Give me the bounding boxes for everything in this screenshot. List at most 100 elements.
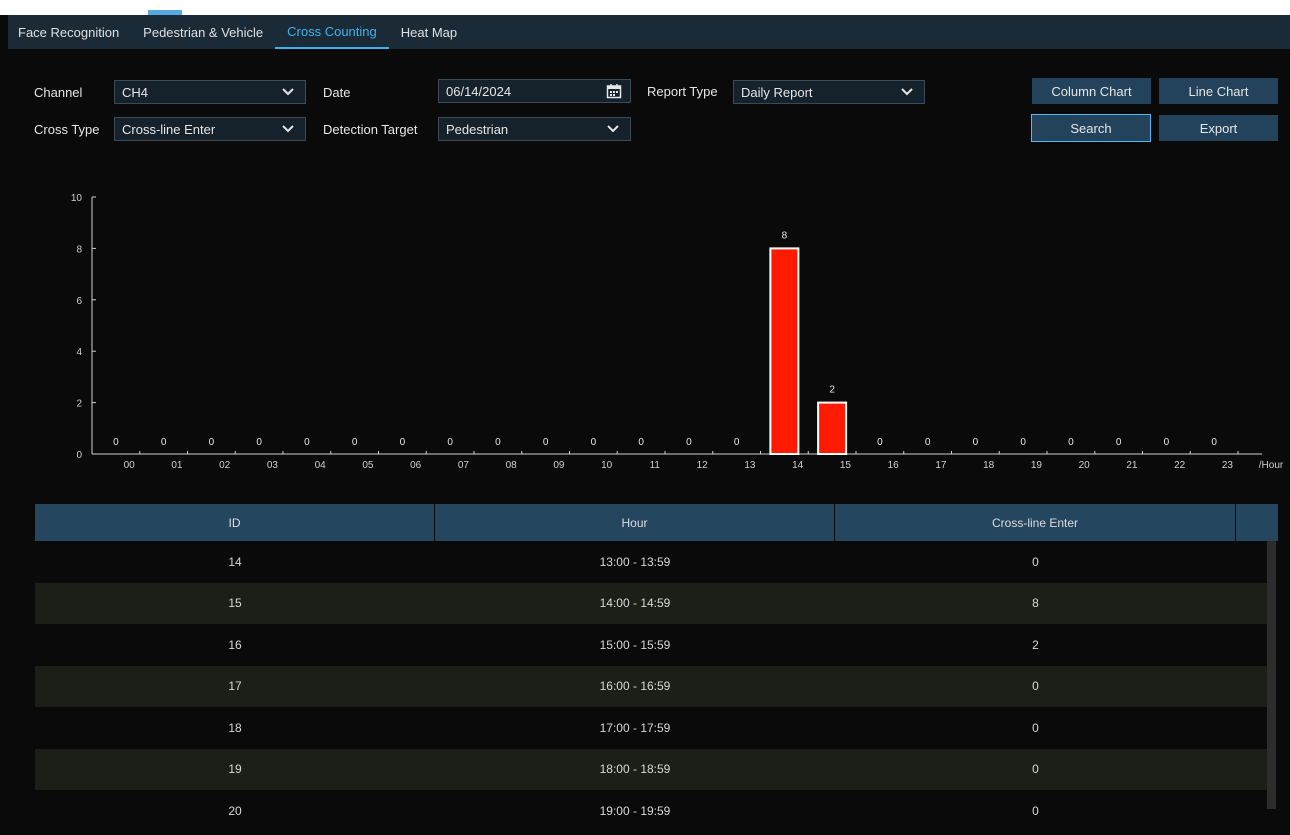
x-tick-label: 01	[171, 460, 183, 471]
x-tick-label: 04	[315, 460, 327, 471]
chevron-down-icon	[282, 125, 294, 133]
chevron-down-icon	[607, 125, 619, 133]
column-header-spacer	[1236, 504, 1278, 541]
date-label: Date	[323, 85, 351, 100]
y-tick-label: 10	[71, 193, 83, 204]
export-button[interactable]: Export	[1159, 115, 1278, 141]
cross-type-label: Cross Type	[34, 122, 100, 137]
table-row[interactable]: 17 16:00 - 16:59 0	[35, 665, 1267, 707]
cell-hour: 15:00 - 15:59	[599, 637, 671, 652]
x-tick-label: 07	[458, 460, 470, 471]
report-type-select[interactable]: Daily Report	[733, 80, 925, 104]
cell-count: 0	[1032, 720, 1039, 735]
tab-face-recognition[interactable]: Face Recognition	[8, 15, 131, 49]
x-tick-label: 22	[1174, 460, 1186, 471]
table-scrollbar[interactable]	[1267, 541, 1276, 809]
x-tick-label: 16	[888, 460, 900, 471]
column-header-cross-line-enter: Cross-line Enter	[835, 504, 1236, 541]
cell-hour: 17:00 - 17:59	[599, 720, 671, 735]
data-label: 2	[829, 385, 835, 396]
x-tick-label: 08	[506, 460, 518, 471]
cell-id: 15	[228, 596, 242, 611]
detection-target-value: Pedestrian	[446, 121, 509, 137]
x-axis-unit-label: /Hour	[1259, 460, 1284, 471]
channel-value: CH4	[122, 84, 149, 100]
bar	[769, 247, 800, 456]
data-label: 8	[782, 230, 788, 241]
y-tick-label: 2	[76, 399, 82, 410]
x-tick-label: 21	[1126, 460, 1138, 471]
data-label: 0	[304, 437, 310, 448]
data-label: 0	[256, 437, 262, 448]
data-label: 0	[113, 437, 119, 448]
data-label: 0	[973, 437, 979, 448]
data-label: 0	[591, 437, 597, 448]
cross-type-select[interactable]: Cross-line Enter	[114, 117, 306, 141]
x-tick-label: 03	[267, 460, 279, 471]
x-tick-label: 23	[1222, 460, 1234, 471]
cell-id: 19	[228, 762, 242, 777]
table-row[interactable]: 15 14:00 - 14:59 8	[35, 582, 1267, 624]
data-label: 0	[543, 437, 549, 448]
chevron-down-icon	[901, 88, 913, 96]
search-button[interactable]: Search	[1031, 114, 1151, 142]
x-tick-label: 17	[935, 460, 947, 471]
data-label: 0	[209, 437, 215, 448]
cell-id: 14	[228, 554, 242, 569]
calendar-icon[interactable]	[606, 83, 622, 99]
cross-type-value: Cross-line Enter	[122, 121, 216, 137]
data-label: 0	[1164, 437, 1170, 448]
data-label: 0	[1116, 437, 1122, 448]
x-tick-label: 13	[744, 460, 756, 471]
x-tick-label: 09	[553, 460, 565, 471]
cell-count: 8	[1032, 596, 1039, 611]
table-row[interactable]: 19 18:00 - 18:59 0	[35, 748, 1267, 790]
detection-target-label: Detection Target	[323, 122, 418, 137]
cell-hour: 13:00 - 13:59	[599, 554, 671, 569]
cell-count: 0	[1032, 679, 1039, 694]
line-chart-button[interactable]: Line Chart	[1159, 78, 1278, 104]
column-chart-button[interactable]: Column Chart	[1032, 78, 1151, 104]
x-tick-label: 05	[362, 460, 374, 471]
x-tick-label: 12	[697, 460, 709, 471]
data-label: 0	[877, 437, 883, 448]
table-row[interactable]: 20 19:00 - 19:59 0	[35, 790, 1267, 832]
column-header-hour: Hour	[435, 504, 835, 541]
tab-pedestrian-vehicle[interactable]: Pedestrian & Vehicle	[131, 15, 275, 49]
table-header: ID Hour Cross-line Enter	[35, 504, 1278, 541]
data-label: 0	[638, 437, 644, 448]
x-tick-label: 18	[983, 460, 995, 471]
cell-id: 20	[228, 803, 242, 818]
x-tick-label: 19	[1031, 460, 1043, 471]
table-row[interactable]: 16 15:00 - 15:59 2	[35, 624, 1267, 666]
cell-id: 18	[228, 720, 242, 735]
table-row[interactable]: 18 17:00 - 17:59 0	[35, 707, 1267, 749]
x-tick-label: 15	[840, 460, 852, 471]
detection-target-select[interactable]: Pedestrian	[438, 117, 631, 141]
data-label: 0	[925, 437, 931, 448]
cell-hour: 19:00 - 19:59	[599, 803, 671, 818]
date-input[interactable]: 06/14/2024	[438, 79, 631, 103]
tab-bar: Face Recognition Pedestrian & Vehicle Cr…	[8, 15, 1290, 49]
channel-select[interactable]: CH4	[114, 80, 306, 104]
data-label: 0	[352, 437, 358, 448]
table-row[interactable]: 14 13:00 - 13:59 0	[35, 541, 1267, 583]
x-tick-label: 11	[650, 460, 661, 471]
bar	[817, 401, 848, 456]
x-tick-label: 14	[792, 460, 804, 471]
cell-hour: 14:00 - 14:59	[599, 596, 671, 611]
tab-cross-counting[interactable]: Cross Counting	[275, 15, 389, 49]
cell-id: 17	[228, 679, 242, 694]
data-label: 0	[1211, 437, 1217, 448]
cell-hour: 16:00 - 16:59	[599, 679, 671, 694]
chevron-down-icon	[282, 88, 294, 96]
cell-hour: 18:00 - 18:59	[599, 762, 671, 777]
cell-count: 0	[1032, 803, 1039, 818]
report-type-value: Daily Report	[741, 84, 813, 100]
column-header-id: ID	[35, 504, 435, 541]
cell-count: 0	[1032, 762, 1039, 777]
data-label: 0	[1020, 437, 1026, 448]
tab-heat-map[interactable]: Heat Map	[389, 15, 469, 49]
y-tick-label: 4	[76, 347, 82, 358]
data-label: 0	[495, 437, 501, 448]
